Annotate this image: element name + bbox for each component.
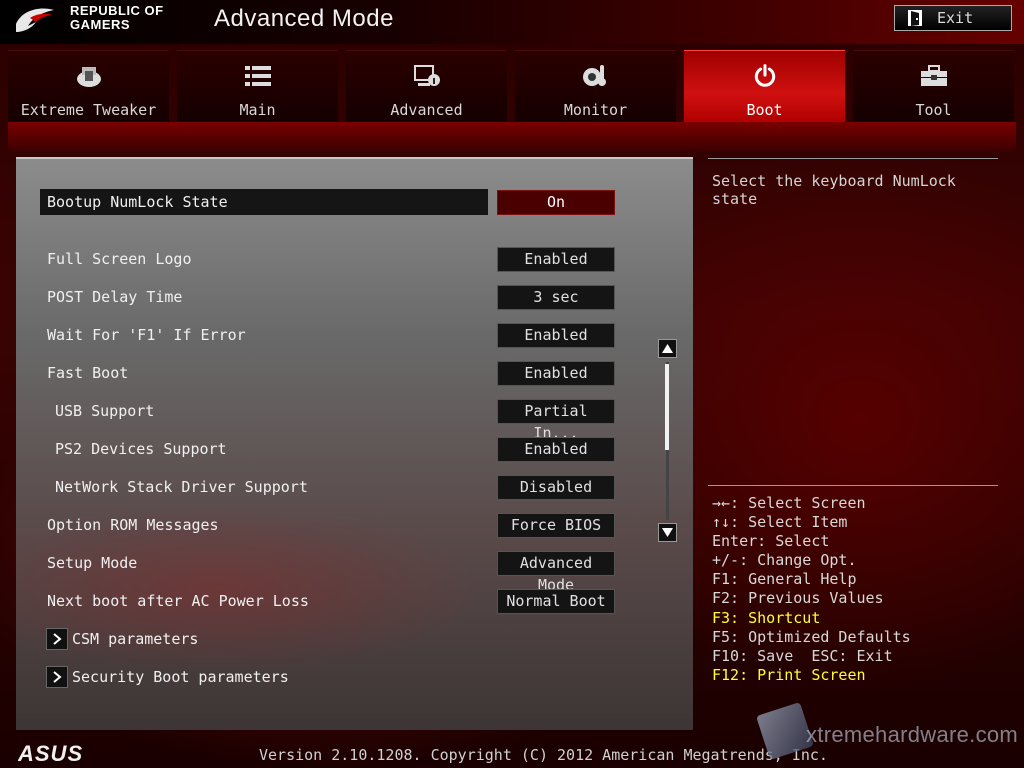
help-divider-top xyxy=(708,158,998,159)
chevron-right-icon xyxy=(53,671,62,683)
submenu-label: CSM parameters xyxy=(72,630,199,648)
setting-label: Option ROM Messages xyxy=(47,516,219,534)
setting-label: Next boot after AC Power Loss xyxy=(47,592,309,610)
watermark-text: xtremehardware.com xyxy=(806,722,1019,747)
triangle-down-icon xyxy=(662,528,673,537)
setting-post-delay-time[interactable]: POST Delay Time 3 sec xyxy=(40,284,615,310)
help-divider-middle xyxy=(708,485,998,486)
key-hint: F5: Optimized Defaults xyxy=(712,627,911,646)
tab-monitor[interactable]: Monitor xyxy=(515,50,676,122)
exit-door-icon xyxy=(908,10,922,26)
tab-label: Tool xyxy=(915,101,952,119)
setting-value[interactable]: Force BIOS xyxy=(497,513,615,538)
brand-line-1: REPUBLIC OF xyxy=(70,3,164,18)
rog-logo-icon xyxy=(16,8,54,33)
setting-value[interactable]: Partial In... xyxy=(497,399,615,442)
tab-bar: Extreme Tweaker Main Advanced Monitor Bo… xyxy=(8,50,1016,122)
setting-network-stack-driver-support[interactable]: NetWork Stack Driver Support Disabled xyxy=(40,474,615,500)
setting-label: Fast Boot xyxy=(47,364,129,382)
tab-band xyxy=(8,122,1016,152)
setting-value[interactable]: Advanced Mode xyxy=(497,551,615,594)
setting-value[interactable]: On xyxy=(497,190,615,215)
tweaker-icon xyxy=(76,67,101,87)
setting-option-rom-messages[interactable]: Option ROM Messages Force BIOS xyxy=(40,512,615,538)
setting-ps2-devices-support[interactable]: PS2 Devices Support Enabled xyxy=(40,436,615,462)
advanced-icon xyxy=(413,65,440,86)
setting-value[interactable]: Disabled xyxy=(497,475,615,500)
exit-label: Exit xyxy=(937,9,974,27)
power-icon xyxy=(754,64,775,87)
setting-value[interactable]: Enabled xyxy=(497,361,615,386)
key-hint: F2: Previous Values xyxy=(712,589,884,608)
scrollbar-thumb[interactable] xyxy=(665,364,669,450)
key-legend: →←: Select Screen ↑↓: Select Item Enter:… xyxy=(712,494,1012,685)
key-hint: Enter: Select xyxy=(712,532,830,551)
key-hint: F1: General Help xyxy=(712,570,857,589)
header-bar: REPUBLIC OF GAMERS Advanced Mode Exit xyxy=(0,0,1024,44)
thermometer-icon xyxy=(582,65,606,86)
key-hint: ↑↓: Select Item xyxy=(712,513,848,532)
setting-value[interactable]: Enabled xyxy=(497,247,615,272)
setting-bootup-numlock-state[interactable]: Bootup NumLock State On xyxy=(40,189,615,215)
submenu-label: Security Boot parameters xyxy=(72,668,289,686)
setting-setup-mode[interactable]: Setup Mode Advanced Mode xyxy=(40,550,615,594)
page-title: Advanced Mode xyxy=(214,5,394,32)
brand-text: REPUBLIC OF GAMERS xyxy=(70,4,164,32)
scroll-up-button[interactable] xyxy=(658,339,677,358)
key-hint: +/-: Change Opt. xyxy=(712,551,857,570)
tab-extreme-tweaker[interactable]: Extreme Tweaker xyxy=(8,50,169,122)
asus-logo-text: ASUS xyxy=(18,742,83,764)
key-hint-shortcut[interactable]: F3: Shortcut xyxy=(712,609,1012,628)
list-icon xyxy=(244,66,271,86)
setting-usb-support[interactable]: USB Support Partial In... xyxy=(40,398,615,442)
setting-value[interactable]: Normal Boot xyxy=(497,589,615,614)
setting-full-screen-logo[interactable]: Full Screen Logo Enabled xyxy=(40,246,615,272)
tab-tool[interactable]: Tool xyxy=(853,50,1014,122)
key-hint: F10: Save ESC: Exit xyxy=(712,646,893,665)
setting-label: Wait For 'F1' If Error xyxy=(47,326,246,344)
setting-label: NetWork Stack Driver Support xyxy=(55,478,308,496)
setting-next-boot-after-ac-power-loss[interactable]: Next boot after AC Power Loss Normal Boo… xyxy=(40,588,615,614)
setting-value[interactable]: Enabled xyxy=(497,323,615,348)
tab-main[interactable]: Main xyxy=(177,50,338,122)
tab-boot[interactable]: Boot xyxy=(684,50,845,122)
tab-label: Main xyxy=(239,101,276,119)
setting-label: PS2 Devices Support xyxy=(55,440,227,458)
setting-label: POST Delay Time xyxy=(47,288,183,306)
version-text: Version 2.10.1208. Copyright (C) 2012 Am… xyxy=(259,746,828,764)
setting-value[interactable]: Enabled xyxy=(497,437,615,462)
watermark: xtremehardware.com xyxy=(748,702,1018,760)
toolbox-icon xyxy=(920,65,947,86)
tab-label: Extreme Tweaker xyxy=(20,101,157,119)
chevron-right-icon xyxy=(53,633,62,645)
key-hint: →←: Select Screen xyxy=(712,494,866,512)
brand-line-2: GAMERS xyxy=(70,17,131,32)
setting-fast-boot[interactable]: Fast Boot Enabled xyxy=(40,360,615,386)
setting-wait-for-f1-if-error[interactable]: Wait For 'F1' If Error Enabled xyxy=(40,322,615,348)
triangle-up-icon xyxy=(662,344,673,353)
setting-label: Bootup NumLock State xyxy=(47,193,228,211)
setting-label: USB Support xyxy=(55,402,155,420)
scroll-down-button[interactable] xyxy=(658,523,677,542)
help-description: Select the keyboard NumLock state xyxy=(712,172,956,208)
tab-label: Monitor xyxy=(563,101,628,119)
key-hint-print-screen[interactable]: F12: Print Screen xyxy=(712,666,1012,685)
tab-label: Advanced xyxy=(390,101,463,119)
tab-label: Boot xyxy=(746,101,783,119)
setting-label: Setup Mode xyxy=(47,554,138,572)
setting-label: Full Screen Logo xyxy=(47,250,192,268)
settings-panel: Bootup NumLock State On Full Screen Logo… xyxy=(16,157,693,730)
asus-logo-icon: ASUS xyxy=(18,742,83,764)
exit-button[interactable]: Exit xyxy=(894,5,1012,31)
tab-advanced[interactable]: Advanced xyxy=(346,50,507,122)
setting-value[interactable]: 3 sec xyxy=(497,285,615,310)
